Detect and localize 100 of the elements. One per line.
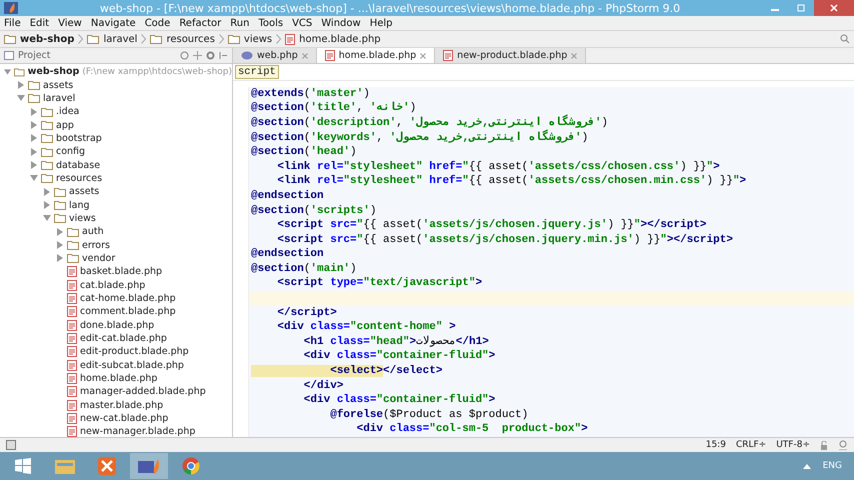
tree-item[interactable]: comment.blade.php (80, 306, 176, 318)
windows-logo-icon (15, 458, 31, 474)
expander-icon[interactable] (4, 68, 12, 76)
close-button[interactable] (814, 0, 854, 16)
breadcrumb[interactable]: views (244, 34, 272, 44)
tree-item[interactable]: config (56, 146, 86, 158)
close-icon[interactable] (571, 52, 578, 58)
tree-item[interactable]: new-cat.blade.php (80, 413, 168, 424)
tree-item[interactable]: app (56, 120, 74, 131)
file-icon (324, 50, 335, 61)
tree-item[interactable]: errors (82, 240, 110, 251)
search-icon[interactable] (840, 34, 850, 44)
expander-icon[interactable] (17, 81, 25, 90)
context-breadcrumb[interactable]: script (235, 64, 279, 79)
caret-icon[interactable] (802, 463, 811, 469)
menu-item[interactable]: Edit (30, 18, 50, 28)
folder-icon (67, 253, 79, 264)
folder-icon (41, 146, 53, 157)
menu-item[interactable]: Help (370, 18, 393, 28)
tab-label: web.php (257, 50, 298, 61)
menu-item[interactable]: Window (321, 18, 361, 28)
tree-item[interactable]: resources (56, 172, 102, 184)
tree-item[interactable]: web-shop (28, 66, 80, 78)
file-icon (67, 373, 77, 384)
line-separator[interactable]: CRLF÷ (736, 440, 766, 450)
menu-item[interactable]: View (58, 18, 82, 28)
expander-icon[interactable] (30, 174, 38, 182)
lock-icon[interactable] (820, 440, 828, 450)
folder-icon (41, 173, 53, 184)
folder-icon (41, 133, 53, 144)
tree-item[interactable]: master.blade.php (80, 400, 164, 411)
panel-toggle-icon[interactable] (6, 440, 16, 450)
editor-tab[interactable]: web.php (233, 48, 317, 63)
tree-item[interactable]: done.blade.php (80, 320, 154, 331)
breadcrumb[interactable]: resources (166, 34, 215, 44)
file-icon (67, 346, 77, 358)
expander-icon[interactable] (43, 188, 51, 196)
editor-tab[interactable]: home.blade.php (316, 48, 436, 63)
tree-item[interactable]: new-manager.blade.php (80, 426, 196, 437)
file-icon (67, 360, 77, 371)
tree-item[interactable]: basket.blade.php (80, 266, 162, 278)
tree-item[interactable]: database (56, 160, 100, 171)
expander-icon[interactable] (56, 228, 64, 236)
tree-item[interactable]: edit-subcat.blade.php (80, 360, 184, 371)
maximize-icon (797, 4, 805, 12)
breadcrumb[interactable]: home.blade.php (299, 34, 381, 44)
expander-icon[interactable] (30, 148, 38, 156)
expander-icon[interactable] (56, 254, 64, 262)
tree-item[interactable]: home.blade.php (80, 373, 158, 384)
file-encoding[interactable]: UTF-8÷ (776, 440, 810, 450)
menu-item[interactable]: Navigate (90, 18, 136, 28)
folder-icon (67, 226, 79, 237)
editor-tab[interactable]: new-product.blade.php (435, 48, 586, 63)
file-icon (285, 34, 296, 44)
file-icon (67, 333, 77, 344)
expander-icon[interactable] (17, 94, 25, 102)
tree-item[interactable]: cat-home.blade.php (80, 293, 176, 304)
tree-item[interactable]: edit-cat.blade.php (80, 333, 167, 344)
phpstorm-icon[interactable] (130, 453, 168, 479)
project-path: (F:\new xampp\htdocs\web-shop) (82, 66, 232, 77)
menu-item[interactable]: File (4, 18, 21, 28)
close-icon (830, 4, 838, 12)
expander-icon[interactable] (30, 161, 38, 170)
close-icon[interactable] (302, 52, 308, 58)
tree-item[interactable]: bootstrap (56, 132, 102, 144)
tree-item[interactable]: auth (82, 226, 104, 238)
tree-item[interactable]: cat.blade.php (80, 280, 146, 291)
folder-icon (150, 34, 162, 44)
menu-item[interactable]: Run (230, 18, 250, 28)
expander-icon[interactable] (30, 134, 38, 142)
collapse-icon[interactable] (193, 51, 202, 60)
expander-icon[interactable] (43, 214, 51, 222)
tree-item[interactable]: edit-product.blade.php (80, 346, 189, 358)
menu-item[interactable]: Tools (258, 18, 284, 28)
breadcrumb[interactable]: laravel (103, 34, 138, 44)
tree-item[interactable]: .idea (56, 106, 80, 118)
caret-position[interactable]: 15:9 (706, 440, 726, 450)
folder-icon (28, 80, 40, 90)
expander-icon[interactable] (56, 241, 64, 250)
tree-item[interactable]: assets (69, 186, 100, 198)
tree-item[interactable]: manager-added.blade.php (80, 386, 206, 398)
tree-item[interactable]: views (69, 212, 96, 224)
menu-item[interactable]: Code (144, 18, 170, 28)
folder-icon (228, 34, 240, 44)
expander-icon[interactable] (43, 201, 51, 210)
target-icon[interactable] (180, 51, 189, 60)
tree-item[interactable]: laravel (43, 92, 76, 104)
project-view-dropdown[interactable]: Project (4, 50, 176, 61)
expander-icon[interactable] (30, 121, 38, 130)
close-icon[interactable] (420, 52, 426, 58)
tree-item[interactable]: lang (69, 200, 90, 211)
expander-icon[interactable] (30, 108, 38, 116)
tree-item[interactable]: assets (43, 80, 74, 91)
menu-item[interactable]: Refactor (179, 18, 222, 28)
breadcrumb[interactable]: web-shop (20, 34, 74, 44)
menu-item[interactable]: VCS (292, 18, 312, 28)
hide-icon[interactable] (219, 51, 228, 60)
folder-icon (87, 34, 100, 44)
tree-item[interactable]: vendor (82, 252, 116, 264)
file-icon (67, 266, 77, 278)
